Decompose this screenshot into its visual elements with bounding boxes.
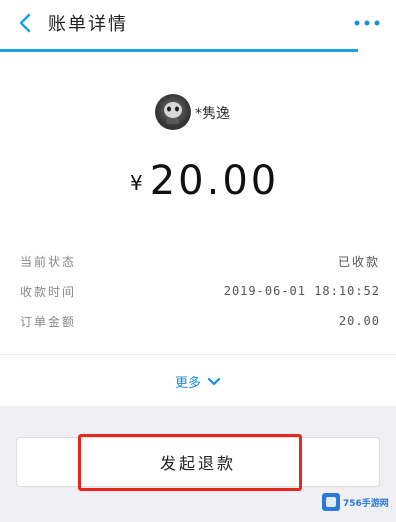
avatar-image	[164, 102, 182, 124]
detail-label: 订单金额	[20, 314, 77, 329]
watermark: 756手游网	[322, 488, 394, 516]
detail-value: 2019-06-01 18:10:52	[223, 284, 380, 298]
refund-button-label: 发起退款	[159, 454, 236, 473]
refund-button[interactable]: 发起退款	[16, 437, 380, 487]
amount-display: ¥20.00	[130, 158, 279, 204]
detail-row-time: 收款时间 2019-06-01 18:10:52	[20, 280, 380, 302]
detail-label: 收款时间	[20, 284, 77, 299]
detail-row-order-amount: 订单金额 20.00	[20, 310, 380, 332]
detail-label: 当前状态	[20, 254, 77, 269]
detail-row-status: 当前状态 已收款	[20, 250, 380, 272]
watermark-logo-icon	[322, 493, 340, 511]
more-toggle[interactable]: 更多	[0, 372, 396, 391]
header-accent-line	[0, 49, 358, 52]
detail-value: 20.00	[338, 314, 380, 328]
more-dots-icon	[354, 20, 380, 26]
avatar	[155, 94, 191, 130]
currency-symbol: ¥	[130, 171, 146, 195]
more-menu-button[interactable]	[352, 12, 382, 34]
amount-value: 20.00	[149, 158, 280, 204]
detail-value: 已收款	[337, 254, 380, 269]
page-title: 账单详情	[48, 14, 128, 35]
chevron-left-icon	[19, 13, 31, 33]
watermark-text: 756手游网	[343, 498, 389, 509]
chevron-down-icon	[207, 377, 221, 385]
back-button[interactable]	[10, 8, 40, 38]
app-header: 账单详情	[0, 0, 396, 54]
more-label: 更多	[174, 376, 201, 391]
divider	[0, 354, 396, 355]
payer-name: *隽逸	[195, 106, 230, 122]
